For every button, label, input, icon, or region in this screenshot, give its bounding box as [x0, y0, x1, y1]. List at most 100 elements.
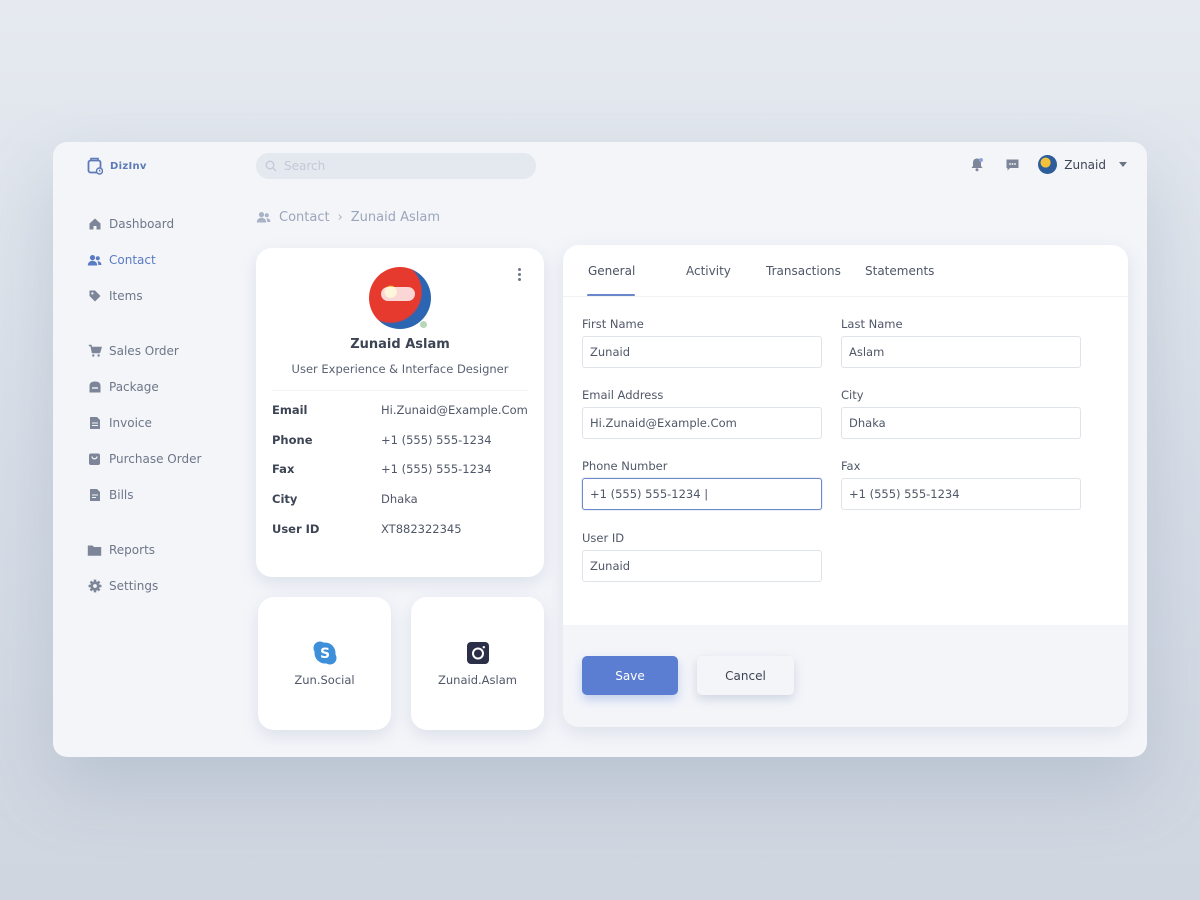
sidebar-item-reports[interactable]: Reports	[87, 532, 237, 568]
profile-card: Zunaid Aslam User Experience & Interface…	[256, 248, 544, 577]
sidebar-item-sales-order[interactable]: Sales Order	[87, 333, 237, 369]
search-bar[interactable]	[256, 153, 536, 179]
save-button[interactable]: Save	[582, 656, 678, 695]
sidebar-item-label: Contact	[109, 253, 156, 267]
gear-icon	[87, 579, 102, 594]
invoice-icon	[87, 416, 102, 431]
users-icon	[256, 212, 271, 223]
search-icon	[265, 160, 277, 172]
bell-icon	[971, 158, 984, 172]
phone-field[interactable]	[582, 478, 822, 510]
breadcrumb: Contact › Zunaid Aslam	[256, 210, 440, 225]
profile-role: User Experience & Interface Designer	[291, 362, 509, 376]
chevron-down-icon	[1119, 162, 1127, 167]
user-name: Zunaid	[1064, 157, 1106, 172]
sidebar-item-dashboard[interactable]: Dashboard	[87, 206, 237, 242]
breadcrumb-current: Zunaid Aslam	[350, 210, 441, 225]
fax-field[interactable]	[841, 478, 1081, 510]
city-field[interactable]	[841, 407, 1081, 439]
divider	[272, 390, 528, 391]
breadcrumb-contact[interactable]: Contact	[279, 210, 330, 225]
contact-form-panel: General Activity Transactions Statements…	[563, 245, 1128, 727]
sidebar: Dashboard Contact Items Sales Order Pack…	[87, 206, 237, 604]
info-key: Email	[272, 403, 308, 417]
notifications-button[interactable]	[968, 156, 986, 174]
chat-icon	[1006, 159, 1019, 170]
tag-icon	[87, 289, 102, 304]
social-label: Zunaid.Aslam	[438, 673, 517, 687]
app-logo[interactable]: DizInv	[87, 157, 147, 175]
user-id-label: User ID	[582, 531, 625, 545]
info-value: +1 (555) 555-1234	[381, 462, 492, 477]
sidebar-item-label: Purchase Order	[109, 452, 202, 466]
social-card-skype[interactable]: S Zun.Social	[258, 597, 391, 730]
skype-icon: S	[313, 641, 337, 665]
email-label: Email Address	[582, 388, 664, 402]
package-icon	[87, 380, 102, 395]
logo-icon	[87, 157, 103, 175]
last-name-label: Last Name	[841, 317, 903, 331]
sidebar-item-settings[interactable]: Settings	[87, 568, 237, 604]
profile-name: Zunaid Aslam	[350, 337, 450, 352]
user-menu[interactable]: Zunaid	[1038, 155, 1127, 174]
tab-bar: General Activity Transactions Statements	[563, 245, 1128, 297]
city-label: City	[841, 388, 864, 402]
users-icon	[87, 253, 102, 268]
info-key: Fax	[272, 462, 295, 477]
info-row-fax: Fax +1 (555) 555-1234	[272, 462, 532, 492]
info-value: +1 (555) 555-1234	[381, 432, 492, 447]
home-icon	[87, 217, 102, 232]
first-name-field[interactable]	[582, 336, 822, 368]
more-options-icon[interactable]	[518, 268, 522, 281]
instagram-icon	[467, 642, 489, 664]
sidebar-item-items[interactable]: Items	[87, 278, 237, 314]
cancel-button[interactable]: Cancel	[697, 656, 794, 695]
info-value: XT882322345	[381, 521, 462, 536]
messages-button[interactable]	[1003, 156, 1021, 174]
form-footer: Save Cancel	[563, 625, 1128, 727]
info-key: City	[272, 492, 298, 507]
bag-icon	[87, 452, 102, 467]
sidebar-item-package[interactable]: Package	[87, 369, 237, 405]
app-window: DizInv Zunaid	[53, 142, 1147, 757]
chevron-right-icon: ›	[337, 210, 343, 225]
svg-text:S: S	[320, 646, 330, 662]
social-label: Zun.Social	[294, 673, 355, 687]
tab-transactions[interactable]: Transactions	[766, 264, 841, 278]
sidebar-item-label: Sales Order	[109, 344, 179, 358]
app-name: DizInv	[110, 160, 147, 172]
top-right-controls: Zunaid	[968, 155, 1127, 174]
first-name-label: First Name	[582, 317, 644, 331]
sidebar-item-label: Package	[109, 380, 159, 394]
user-id-field[interactable]	[582, 550, 822, 582]
sidebar-item-bills[interactable]: Bills	[87, 477, 237, 513]
info-key: User ID	[272, 521, 320, 536]
email-field[interactable]	[582, 407, 822, 439]
phone-label: Phone Number	[582, 459, 668, 473]
last-name-field[interactable]	[841, 336, 1081, 368]
bills-icon	[87, 488, 102, 503]
status-indicator	[419, 320, 428, 329]
sidebar-item-label: Settings	[109, 579, 159, 593]
info-value: Dhaka	[381, 492, 418, 507]
info-key: Phone	[272, 432, 313, 447]
sidebar-item-purchase-order[interactable]: Purchase Order	[87, 441, 237, 477]
sidebar-item-invoice[interactable]: Invoice	[87, 405, 237, 441]
avatar	[1038, 155, 1058, 174]
info-row-email: Email Hi.Zunaid@Example.Com	[272, 403, 532, 433]
search-input[interactable]	[284, 159, 514, 173]
social-card-instagram[interactable]: Zunaid.Aslam	[411, 597, 544, 730]
info-value: Hi.Zunaid@Example.Com	[381, 403, 528, 417]
profile-info: Email Hi.Zunaid@Example.Com Phone +1 (55…	[272, 403, 532, 551]
tab-general[interactable]: General	[588, 264, 635, 278]
info-row-city: City Dhaka	[272, 492, 532, 522]
sidebar-item-label: Invoice	[109, 416, 152, 430]
tab-statements[interactable]: Statements	[865, 264, 934, 278]
sidebar-item-contact[interactable]: Contact	[87, 242, 237, 278]
folder-icon	[87, 543, 102, 558]
sidebar-item-label: Bills	[109, 488, 134, 502]
tab-activity[interactable]: Activity	[686, 264, 731, 278]
sidebar-item-label: Items	[109, 289, 143, 303]
fax-label: Fax	[841, 459, 861, 473]
sidebar-item-label: Dashboard	[109, 217, 175, 231]
